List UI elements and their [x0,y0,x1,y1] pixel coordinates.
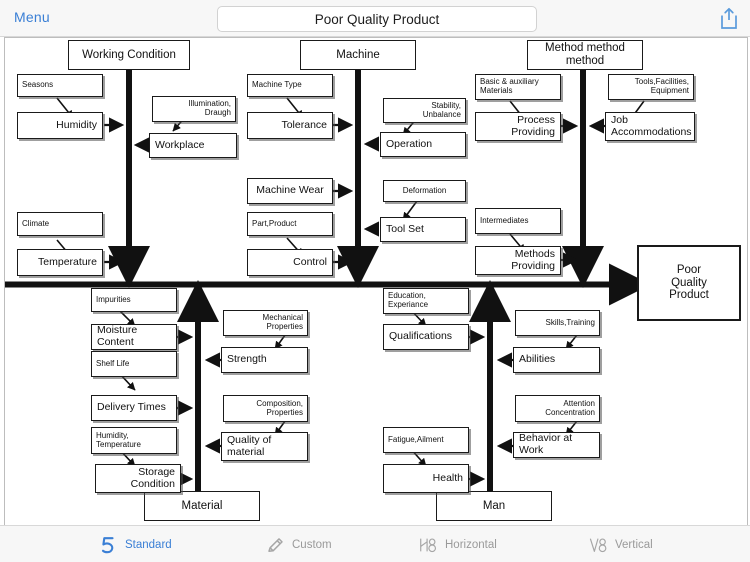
cause-tolerance[interactable]: Tolerance [247,112,333,139]
cause-abilities[interactable]: Abilities [513,347,600,373]
cause-stability-unbalance[interactable]: Stability, Unbalance [383,98,466,123]
cause-job-accommodations[interactable]: Job Accommodations [605,112,695,141]
cause-methods-providing[interactable]: Methods Providing [475,246,561,275]
cause-skills-training[interactable]: Skills,Training [515,310,600,336]
share-icon[interactable] [718,6,740,31]
cause-impurities[interactable]: Impurities [91,288,177,312]
share-icon-glyph [721,7,737,29]
cause-machine-type[interactable]: Machine Type [247,74,333,97]
cause-composition-properties[interactable]: Composition, Properties [223,395,308,422]
cause-workplace[interactable]: Workplace [149,133,237,158]
category-header-machine[interactable]: Machine [300,40,416,70]
top-toolbar: Menu Poor Quality Product [0,0,750,37]
app-root: Menu Poor Quality Product Poor Quality P… [0,0,750,562]
cause-deformation[interactable]: Deformation [383,180,466,202]
cause-climate[interactable]: Climate [17,212,103,236]
cause-moisture-content[interactable]: Moisture Content [91,324,177,350]
tab-horizontal[interactable]: Horizontal [418,526,497,562]
cause-behavior-at-work[interactable]: Behavior at Work [513,432,600,458]
pencil-icon [268,537,283,552]
cause-shelf-life[interactable]: Shelf Life [91,351,177,377]
bottom-tab-bar: Standard Custom Horizontal Vertical [0,525,750,562]
cause-control[interactable]: Control [247,249,333,276]
diagram-title-input[interactable]: Poor Quality Product [217,6,537,32]
cause-fatigue-ailment[interactable]: Fatigue,Ailment [383,427,469,453]
cause-qualifications[interactable]: Qualifications [383,324,469,350]
fishbone-head-box[interactable]: Poor Quality Product [637,245,741,321]
v8-icon [589,537,607,552]
category-header-working-condition[interactable]: Working Condition [68,40,190,70]
tab-standard-label: Standard [125,538,172,551]
cause-health[interactable]: Health [383,464,469,493]
cause-seasons[interactable]: Seasons [17,74,103,97]
category-header-material[interactable]: Material [144,491,260,521]
cause-process-providing[interactable]: Process Providing [475,112,561,141]
tab-vertical[interactable]: Vertical [588,526,653,562]
cause-humidity-temperature[interactable]: Humidity, Temperature [91,427,177,454]
tab-horizontal-label: Horizontal [445,538,497,551]
cause-temperature[interactable]: Temperature [17,249,103,276]
cause-illumination-draugh[interactable]: Illumination, Draugh [152,96,236,122]
cause-mechanical-properties[interactable]: Mechanical Properties [223,310,308,336]
cause-humidity[interactable]: Humidity [17,112,103,139]
cause-storage-condition[interactable]: Storage Condition [95,464,181,493]
tab-custom-label: Custom [292,538,332,551]
numeral-five-icon [101,536,114,553]
cause-delivery-times[interactable]: Delivery Times [91,395,177,421]
diagram-title-text: Poor Quality Product [314,11,440,27]
category-header-method[interactable]: Method method method [527,40,643,70]
cause-tool-set[interactable]: Tool Set [380,217,466,242]
tab-custom[interactable]: Custom [265,526,332,562]
tab-standard[interactable]: Standard [98,526,172,562]
cause-attention-concentration[interactable]: Attention Concentration [515,395,600,422]
cause-operation[interactable]: Operation [380,132,466,157]
cause-strength[interactable]: Strength [221,347,308,373]
diagram-canvas[interactable]: Poor Quality Product Working Condition S… [4,37,748,526]
cause-part-product[interactable]: Part,Product [247,212,333,236]
cause-quality-of-material[interactable]: Quality of material [221,432,308,461]
cause-education-experiance[interactable]: Education, Experiance [383,288,469,314]
cause-intermediates[interactable]: Intermediates [475,208,561,234]
cause-basic-auxiliary-materials[interactable]: Basic & auxiliary Materials [475,74,561,100]
cause-tools-facilities-equipment[interactable]: Tools,Facilities, Equipment [608,74,694,100]
category-header-man[interactable]: Man [436,491,552,521]
menu-button[interactable]: Menu [14,9,50,25]
cause-machine-wear[interactable]: Machine Wear [247,178,333,204]
tab-vertical-label: Vertical [615,538,653,551]
h8-icon [420,537,437,552]
